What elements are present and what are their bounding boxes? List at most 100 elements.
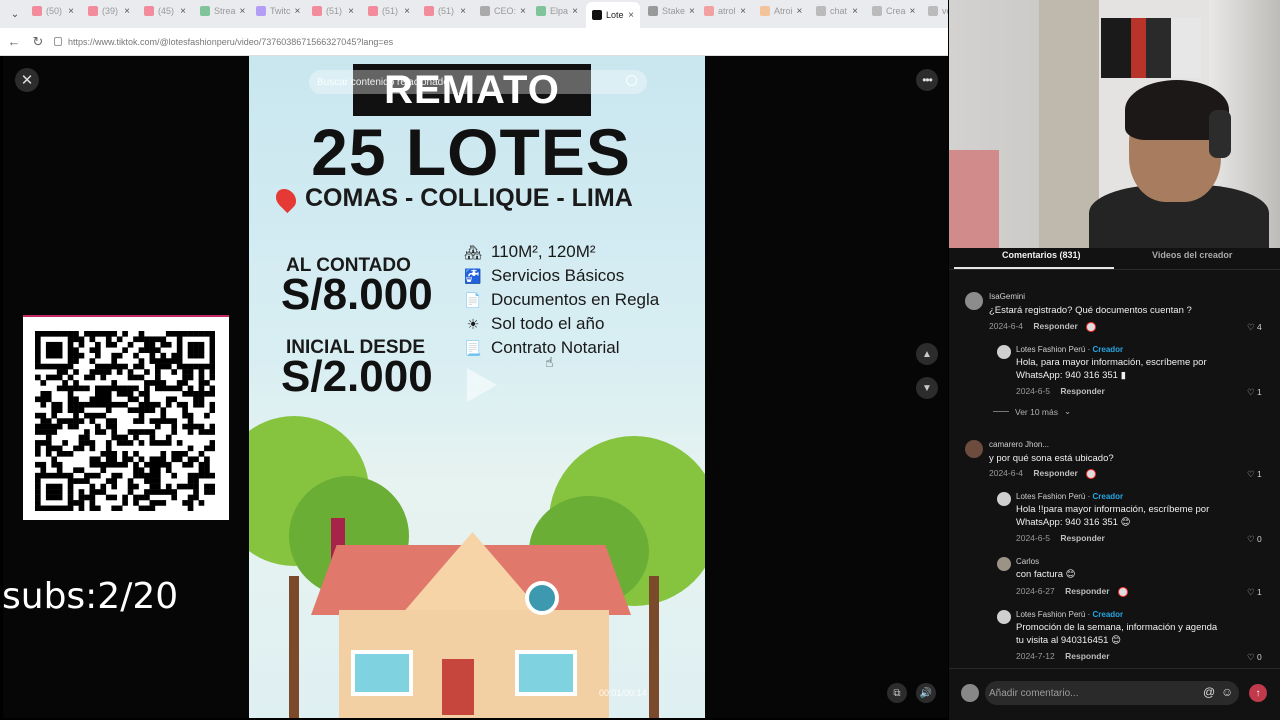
like-count[interactable]: ♡ 0 <box>1247 534 1262 545</box>
reply-item: Carlos con factura 😊 2024-6-27 Responder… <box>997 555 1275 601</box>
avatar[interactable] <box>997 345 1011 359</box>
reply-button[interactable]: Responder <box>1065 651 1109 661</box>
contract-icon: 📃 <box>464 339 482 356</box>
search-icon[interactable] <box>626 75 637 86</box>
close-tab-icon[interactable]: × <box>572 6 578 17</box>
tab-label: chat <box>830 6 848 16</box>
browser-tab[interactable]: (39) × <box>82 0 136 22</box>
comment-placeholder: Añadir comentario... <box>989 687 1079 699</box>
reload-icon[interactable]: ↻ <box>30 34 46 50</box>
window-illustration <box>515 650 577 696</box>
close-tab-icon[interactable]: × <box>240 6 246 17</box>
search-icon <box>928 6 938 16</box>
reply-button[interactable]: Responder <box>1033 468 1077 478</box>
shelf-items <box>1101 18 1201 78</box>
close-tab-icon[interactable]: × <box>797 6 803 17</box>
comment-text: ¿Estará registrado? Qué documentos cuent… <box>989 305 1192 316</box>
emoji-icon[interactable]: ☺ <box>1221 685 1233 699</box>
browser-tab[interactable]: Strea × <box>194 0 248 22</box>
browser-tab[interactable]: atrol × <box>698 0 752 22</box>
close-tab-icon[interactable]: × <box>689 6 695 17</box>
lotes-heading: 25 LOTES <box>311 115 631 189</box>
close-tab-icon[interactable]: × <box>852 6 858 17</box>
browser-tab[interactable]: Lote × <box>586 2 640 28</box>
previous-video-button[interactable]: ▲ <box>916 343 938 365</box>
tab-list-menu-icon[interactable]: ⌄ <box>6 9 24 20</box>
comment-text: con factura 😊 <box>1016 569 1076 580</box>
comment-author[interactable]: Lotes Fashion Perú · Creador <box>1016 610 1123 619</box>
browser-tab[interactable]: (51) × <box>362 0 416 22</box>
avatar[interactable] <box>997 557 1011 571</box>
close-tab-icon[interactable]: × <box>740 6 746 17</box>
close-tab-icon[interactable]: × <box>295 6 301 17</box>
comment-meta: 2024-6-4 Responder <box>989 468 1097 479</box>
view-more-replies[interactable]: Ver 10 más ⌄ <box>993 406 1071 417</box>
close-tab-icon[interactable]: × <box>460 6 466 17</box>
comment-author[interactable]: Lotes Fashion Perú · Creador <box>1016 345 1123 354</box>
tab-label: (51) <box>438 6 455 16</box>
close-tab-icon[interactable]: × <box>348 6 354 17</box>
like-count[interactable]: ♡ 1 <box>1247 587 1262 598</box>
close-tab-icon[interactable]: × <box>124 6 130 17</box>
browser-tab[interactable]: CEO: × <box>474 0 528 22</box>
tab-label: Stake <box>662 6 686 16</box>
tab-label: vera <box>942 6 948 16</box>
browser-tab[interactable]: Crea × <box>866 0 920 22</box>
reply-button[interactable]: Responder <box>1060 386 1104 396</box>
reply-button[interactable]: Responder <box>1033 321 1077 331</box>
comments-panel: Comentarios (831) Videos del creador Isa… <box>949 248 1280 720</box>
panel-tabs: Comentarios (831) Videos del creador <box>949 248 1280 270</box>
comment-text: y por qué sona está ubicado? <box>989 453 1114 464</box>
video-frame[interactable]: REMATO Buscar contenido relacionado 25 L… <box>249 56 705 718</box>
close-tab-icon[interactable]: × <box>68 6 74 17</box>
comment-author[interactable]: Carlos <box>1016 557 1039 566</box>
comment-author[interactable]: camarero Jhon... <box>989 440 1049 449</box>
browser-tab[interactable]: (50) × <box>26 0 80 22</box>
my-avatar <box>961 684 979 702</box>
tab-label: Atroi <box>774 6 793 16</box>
close-tab-icon[interactable]: × <box>180 6 186 17</box>
reply-button[interactable]: Responder <box>1060 533 1104 543</box>
browser-tab[interactable]: Elpa × <box>530 0 584 22</box>
volume-button[interactable]: 🔊 <box>916 683 936 703</box>
comment-meta: 2024-6-27 Responder <box>1016 586 1128 597</box>
more-options-button[interactable]: ••• <box>916 69 938 91</box>
tab-creator-videos[interactable]: Videos del creador <box>1152 250 1232 260</box>
browser-tab[interactable]: chat × <box>810 0 864 22</box>
feature-item: 🏘 110M², 120M² <box>464 242 596 261</box>
avatar[interactable] <box>997 492 1011 506</box>
browser-tab[interactable]: (45) × <box>138 0 192 22</box>
browser-tab[interactable]: (51) × <box>306 0 360 22</box>
like-count[interactable]: ♡ 1 <box>1247 387 1262 398</box>
close-tab-icon[interactable]: × <box>404 6 410 17</box>
floating-player-button[interactable]: ⧉ <box>887 683 907 703</box>
browser-tab[interactable]: Stake × <box>642 0 696 22</box>
avatar[interactable] <box>965 292 983 310</box>
browser-tab[interactable]: Twitc × <box>250 0 304 22</box>
browser-tab[interactable]: Atroi × <box>754 0 808 22</box>
avatar[interactable] <box>997 610 1011 624</box>
next-video-button[interactable]: ▼ <box>916 377 938 399</box>
comment-author[interactable]: Lotes Fashion Perú · Creador <box>1016 492 1123 501</box>
close-tab-icon[interactable]: × <box>520 6 526 17</box>
play-icon[interactable] <box>467 368 497 402</box>
reply-button[interactable]: Responder <box>1065 586 1109 596</box>
close-button[interactable]: ✕ <box>15 68 39 92</box>
close-tab-icon[interactable]: × <box>628 10 634 21</box>
close-tab-icon[interactable]: × <box>910 6 916 17</box>
browser-tab[interactable]: (51) × <box>418 0 472 22</box>
related-search-input[interactable]: Buscar contenido relacionado <box>309 70 647 94</box>
browser-tab[interactable]: vera× <box>922 0 948 22</box>
comment-author[interactable]: IsaGemini <box>989 292 1025 301</box>
like-count[interactable]: ♡ 1 <box>1247 469 1262 480</box>
post-comment-button[interactable]: ↑ <box>1249 684 1267 702</box>
like-count[interactable]: ♡ 0 <box>1247 652 1262 663</box>
comment-input[interactable]: Añadir comentario... <box>985 681 1239 705</box>
back-icon[interactable]: ← <box>6 34 22 49</box>
url-field[interactable]: https://www.tiktok.com/@lotesfashionperu… <box>54 37 393 47</box>
like-count[interactable]: ♡ 4 <box>1247 322 1262 333</box>
tab-comments[interactable]: Comentarios (831) <box>1002 250 1081 260</box>
feature-item: 📄 Documentos en Regla <box>464 290 660 309</box>
avatar[interactable] <box>965 440 983 458</box>
mention-icon[interactable]: @ <box>1203 685 1215 699</box>
